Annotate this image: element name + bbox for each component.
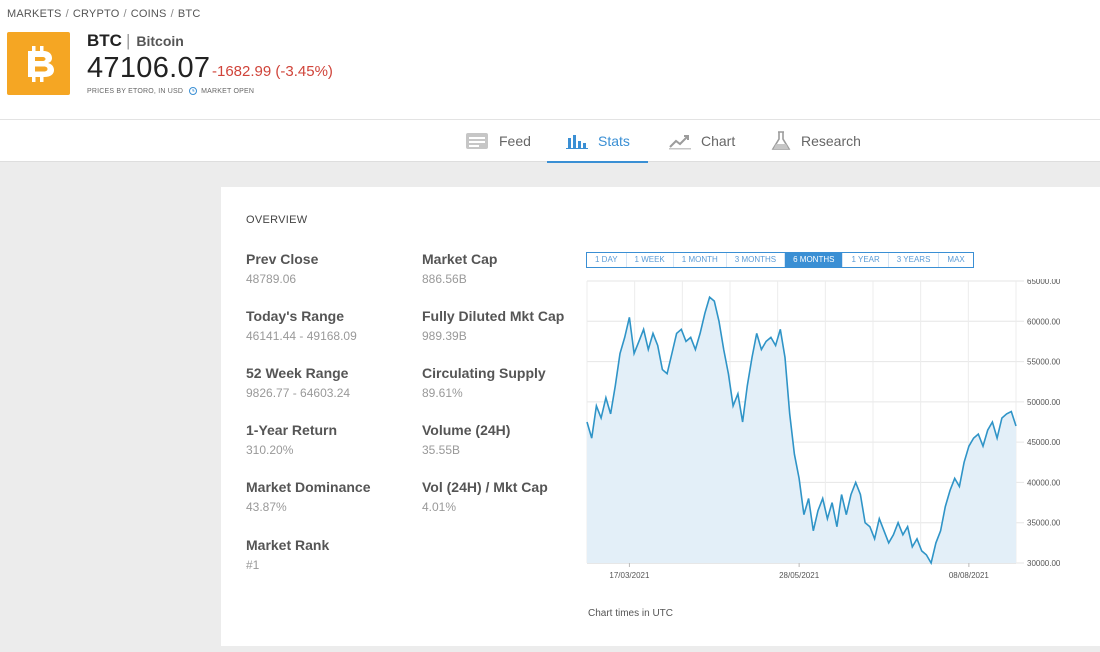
y-tick-label: 30000.00 [1027,559,1061,568]
stat-market-dominance: Market Dominance 43.87% [246,479,416,514]
y-tick-label: 65000.00 [1027,279,1061,286]
range-3-years[interactable]: 3 YEARS [889,253,940,267]
stat-label: Market Cap [422,251,498,267]
asset-title: BTC | Bitcoin [87,31,184,51]
stat-label: Market Dominance [246,479,371,495]
price-change: -1682.99 (-3.45%) [212,63,333,80]
feed-icon [465,132,489,150]
stat-market-cap: Market Cap 886.56B [422,251,592,286]
stat-prev-close: Prev Close 48789.06 [246,251,416,286]
tab-research[interactable]: Research [771,120,861,162]
tab-stats-label: Stats [598,133,630,149]
breadcrumb-btc: BTC [177,8,201,20]
stat-label: Fully Diluted Mkt Cap [422,308,565,324]
price-source-note: PRICES BY ETORO, IN USD MARKET OPEN [87,87,254,95]
stat-volume-24h: Volume (24H) 35.55B [422,422,592,457]
range-6-months[interactable]: 6 MONTHS [785,253,844,267]
clock-icon [189,87,198,95]
range-max[interactable]: MAX [939,253,972,267]
title-separator: | [125,31,131,50]
breadcrumb-crypto[interactable]: CRYPTO [73,8,120,20]
stat-vol-mkt-cap: Vol (24H) / Mkt Cap 4.01% [422,479,592,514]
asset-name: Bitcoin [136,33,184,49]
stat-value: 9826.77 - 64603.24 [246,386,351,400]
stat-label: 1-Year Return [246,422,338,438]
tab-feed-label: Feed [499,133,531,149]
stat-value: 35.55B [422,443,461,457]
stat-value: 46141.44 - 49168.09 [246,329,357,343]
tab-chart-label: Chart [701,133,736,149]
range-1-month[interactable]: 1 MONTH [674,253,727,267]
breadcrumb-coins[interactable]: COINS [131,8,167,20]
stat-value: 4.01% [422,500,457,514]
tab-bar: Feed Stats Chart Research [0,120,1100,163]
stat-52-week-range: 52 Week Range 9826.77 - 64603.24 [246,365,416,400]
overview-heading: OVERVIEW [246,214,308,226]
stat-value: 43.87% [246,500,287,514]
breadcrumb-markets[interactable]: MARKETS [7,8,62,20]
stat-value: 989.39B [422,329,467,343]
x-tick-label: 28/05/2021 [779,571,820,580]
stat-todays-range: Today's Range 46141.44 - 49168.09 [246,308,416,343]
stat-label: Vol (24H) / Mkt Cap [422,479,548,495]
price-chart[interactable]: 65000.00 60000.00 55000.00 50000.00 45000.00… [585,279,1100,599]
bar-chart-icon [566,133,588,149]
y-tick-label: 45000.00 [1027,438,1061,447]
breadcrumb: MARKETS / CRYPTO / COINS / BTC [7,8,201,20]
y-tick-label: 35000.00 [1027,519,1061,528]
x-tick-label: 17/03/2021 [609,571,650,580]
range-3-months[interactable]: 3 MONTHS [727,253,786,267]
chart-timezone-note: Chart times in UTC [588,608,674,619]
time-range-selector: 1 DAY 1 WEEK 1 MONTH 3 MONTHS 6 MONTHS 1… [586,252,974,268]
stat-value: 310.20% [246,443,294,457]
line-chart-icon [669,132,691,150]
stat-label: Circulating Supply [422,365,546,381]
y-tick-label: 50000.00 [1027,398,1061,407]
stat-label: 52 Week Range [246,365,349,381]
tab-feed[interactable]: Feed [465,120,531,162]
stat-value: 89.61% [422,386,463,400]
y-tick-label: 40000.00 [1027,478,1061,487]
market-status: MARKET OPEN [201,87,255,95]
stat-fully-diluted-mkt-cap: Fully Diluted Mkt Cap 989.39B [422,308,592,343]
y-axis-ticks: 65000.00 60000.00 55000.00 50000.00 45000.00… [1027,279,1061,568]
stat-value: 48789.06 [246,272,297,286]
stat-label: Prev Close [246,251,319,267]
overview-card: OVERVIEW Prev Close 48789.06 Today's Ran… [221,187,1100,646]
asset-header: MARKETS / CRYPTO / COINS / BTC BTC | Bitcoin 471… [0,0,1100,163]
price-source-text: PRICES BY ETORO, IN USD [87,87,184,95]
bitcoin-icon [7,32,70,95]
tab-research-label: Research [801,133,861,149]
tab-chart[interactable]: Chart [669,120,735,162]
y-tick-label: 60000.00 [1027,317,1061,326]
range-1-week[interactable]: 1 WEEK [627,253,674,267]
x-tick-label: 08/08/2021 [949,571,990,580]
flask-icon [771,131,791,151]
stat-label: Market Rank [246,537,330,553]
stat-value: 886.56B [422,272,467,286]
stat-circulating-supply: Circulating Supply 89.61% [422,365,592,400]
stat-value: #1 [246,558,260,572]
stat-market-rank: Market Rank #1 [246,537,416,572]
stat-label: Today's Range [246,308,344,324]
asset-symbol: BTC [87,31,122,50]
range-1-year[interactable]: 1 YEAR [843,253,889,267]
stat-1-year-return: 1-Year Return 310.20% [246,422,416,457]
range-1-day[interactable]: 1 DAY [587,253,627,267]
tab-stats[interactable]: Stats [547,120,648,163]
stat-label: Volume (24H) [422,422,511,438]
y-tick-label: 55000.00 [1027,358,1061,367]
asset-price: 47106.07 [87,52,211,84]
x-axis-ticks: 17/03/2021 28/05/2021 08/08/2021 [609,563,989,580]
